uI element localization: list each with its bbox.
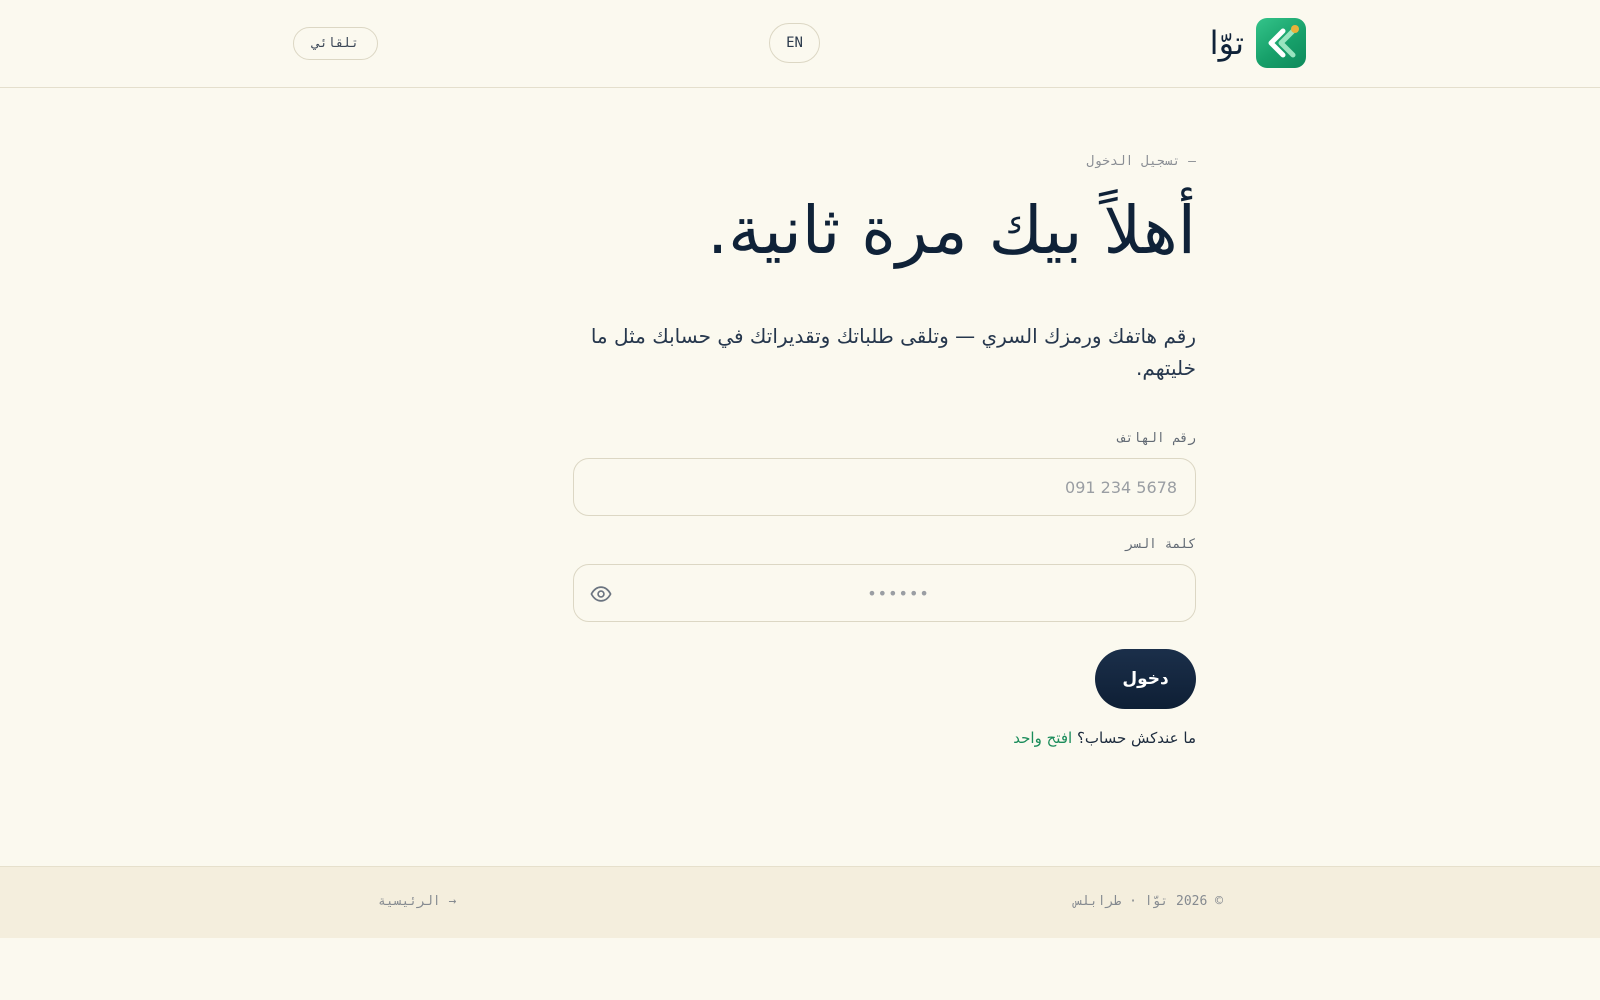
phone-field	[573, 458, 1196, 516]
footer: © 2026 توّا · طرابلس → الرئيسية	[0, 866, 1600, 938]
signup-link[interactable]: افتح واحد	[1013, 729, 1072, 747]
login-submit-button[interactable]: دخول	[1095, 649, 1196, 709]
eye-icon	[590, 586, 612, 602]
show-password-button[interactable]	[590, 583, 612, 605]
chevron-left-double-icon	[1268, 25, 1299, 58]
signup-prompt-text: ما عندكش حساب؟	[1076, 729, 1196, 747]
password-input[interactable]	[574, 565, 1195, 621]
section-eyebrow: — تسجيل الدخول	[1086, 154, 1196, 169]
page-title: أهلاً بيك مرة ثانية.	[707, 192, 1196, 269]
phone-label: رقم الهاتف	[1117, 431, 1196, 446]
password-label: كلمة السر	[1125, 537, 1196, 552]
login-section: — تسجيل الدخول أهلاً بيك مرة ثانية. رقم …	[573, 88, 1196, 866]
brand-logo	[1256, 18, 1306, 68]
brand[interactable]: توّا	[1210, 18, 1306, 68]
brand-name: توّا	[1209, 24, 1244, 62]
page-subtitle: رقم هاتفك ورمزك السري — وتلقى طلباتك وتق…	[590, 324, 1196, 380]
footer-home-link[interactable]: → الرئيسية	[378, 894, 456, 909]
footer-copyright: © 2026 توّا · طرابلس	[1074, 894, 1223, 909]
theme-auto-button[interactable]: تلقائي	[293, 27, 378, 60]
language-toggle-button[interactable]: EN	[769, 23, 820, 63]
password-field	[573, 564, 1196, 622]
phone-input[interactable]	[574, 459, 1195, 515]
top-header: توّا EN تلقائي	[0, 0, 1600, 88]
signup-prompt-line: ما عندكش حساب؟ افتح واحد	[1013, 729, 1196, 747]
